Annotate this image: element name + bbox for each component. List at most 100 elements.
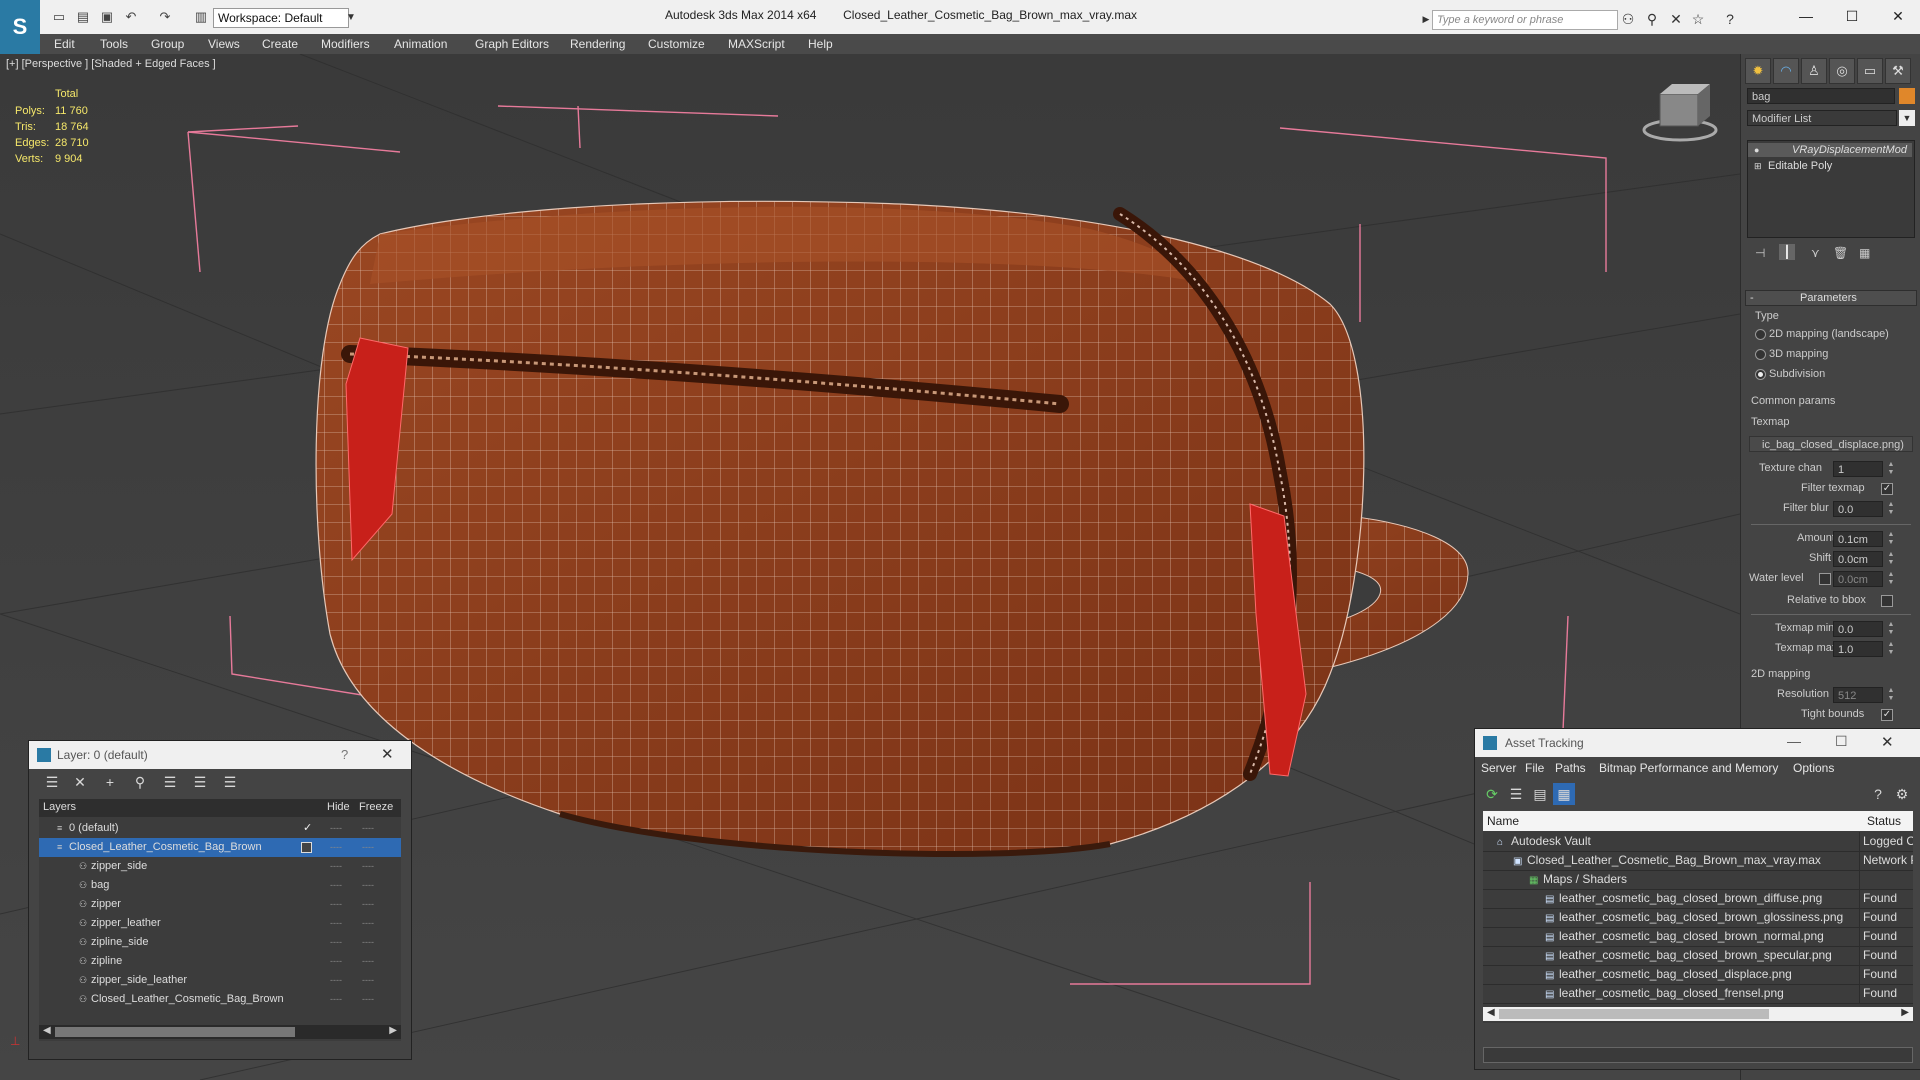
set-current-box-icon[interactable] [301,842,312,853]
scroll-left-icon[interactable]: ◀ [43,1025,51,1036]
freeze-toggle[interactable]: ---- [361,914,375,933]
texmap-max-input[interactable]: 1.0 [1833,641,1883,657]
search-input[interactable]: Type a keyword or phrase [1432,10,1618,30]
make-unique-icon[interactable]: ⋎ [1811,246,1820,260]
communication-icon[interactable]: ✕ [1668,11,1684,27]
freeze-toggle[interactable]: ---- [361,876,375,895]
spinner-icon[interactable]: ▲ ▼ [1887,621,1895,637]
scroll-left-icon[interactable]: ◀ [1487,1007,1495,1018]
highlight-layer-icon[interactable]: ☰ [159,771,181,793]
asset-menu-server[interactable]: Server [1481,758,1516,778]
spinner-icon[interactable]: ▲ ▼ [1887,531,1895,547]
minimize-button[interactable]: — [1790,6,1822,26]
redo-icon[interactable]: ↷ [156,9,174,25]
spinner-icon[interactable]: ▲ ▼ [1887,551,1895,567]
menu-group[interactable]: Group [151,34,184,54]
spinner-icon[interactable]: ▲ ▼ [1887,571,1895,587]
layer-row[interactable]: ≡ Closed_Leather_Cosmetic_Bag_Brown ---- --… [39,838,401,857]
type-radio-subdivision[interactable] [1755,369,1766,380]
freeze-all-layers-icon[interactable]: ☰ [219,771,241,793]
layer-row[interactable]: ⚇ zipline_side ---- ---- [39,933,401,952]
close-button[interactable]: ✕ [381,745,394,763]
hierarchy-tab-icon[interactable]: ♙ [1801,58,1827,84]
utilities-tab-icon[interactable]: ⚒ [1885,58,1911,84]
menu-help[interactable]: Help [808,34,833,54]
type-radio-2d[interactable] [1755,329,1766,340]
parameters-rollout-header[interactable]: - Parameters [1745,290,1917,306]
layer-row[interactable]: ⚇ zipper ---- ---- [39,895,401,914]
table-view-icon[interactable]: ▦ [1553,783,1575,805]
save-file-icon[interactable]: ▣ [98,9,116,25]
hide-toggle[interactable]: ---- [329,971,343,990]
pin-stack-icon[interactable]: ⊣ [1755,246,1765,260]
scroll-right-icon[interactable]: ▶ [1901,1007,1909,1018]
hide-toggle[interactable]: ---- [329,838,343,857]
water-level-input[interactable]: 0.0cm [1833,571,1883,587]
asset-row[interactable]: ▤ leather_cosmetic_bag_closed_frensel.png… [1483,984,1913,1004]
lightbulb-icon[interactable]: ● [1754,143,1759,157]
filter-texmap-checkbox[interactable]: ✓ [1881,483,1893,495]
favorites-icon[interactable]: ☆ [1690,11,1706,27]
layer-row[interactable]: ⚇ zipper_leather ---- ---- [39,914,401,933]
show-end-result-icon[interactable]: ┃ [1779,244,1795,260]
asset-dialog-header[interactable]: Asset Tracking — ☐ ✕ [1475,729,1920,757]
freeze-toggle[interactable]: ---- [361,990,375,1009]
layer-row[interactable]: ⚇ bag ---- ---- [39,876,401,895]
object-name-field[interactable]: bag [1747,88,1895,104]
binoculars-icon[interactable]: ⚇ [1620,11,1636,27]
viewport-label[interactable]: [+] [Perspective ] [Shaded + Edged Faces… [6,58,216,70]
maximize-button[interactable]: ☐ [1835,733,1848,750]
hide-toggle[interactable]: ---- [329,895,343,914]
project-folder-icon[interactable]: ▥ [192,9,210,25]
asset-row[interactable]: ▤ leather_cosmetic_bag_closed_brown_specu… [1483,946,1913,966]
water-level-checkbox[interactable] [1819,573,1831,585]
asset-row[interactable]: ⌂ Autodesk Vault Logged O [1483,832,1913,852]
chevron-down-icon[interactable]: ▼ [346,8,358,28]
texture-chan-input[interactable]: 1 [1833,461,1883,477]
scrollbar-thumb[interactable] [1499,1009,1769,1019]
scrollbar-thumb[interactable] [55,1027,295,1037]
menu-maxscript[interactable]: MAXScript [728,34,785,54]
horizontal-scrollbar[interactable]: ◀ ▶ [1483,1007,1913,1021]
asset-menu-file[interactable]: File [1525,758,1544,778]
layer-dialog-header[interactable]: Layer: 0 (default) ? ✕ [29,741,411,769]
asset-path-field[interactable] [1483,1047,1913,1063]
hide-toggle[interactable]: ---- [329,952,343,971]
freeze-toggle[interactable]: ---- [361,933,375,952]
spinner-icon[interactable]: ▲ ▼ [1887,641,1895,657]
undo-icon[interactable]: ↶ [122,9,140,25]
scroll-right-icon[interactable]: ▶ [389,1025,397,1036]
remove-modifier-icon[interactable]: 🗑 [1833,246,1848,260]
display-tab-icon[interactable]: ▭ [1857,58,1883,84]
thumbnail-view-icon[interactable]: ▤ [1529,783,1551,805]
texmap-button[interactable]: ic_bag_closed_displace.png) [1749,436,1913,452]
col-freeze[interactable]: Freeze [359,801,393,813]
layer-row[interactable]: ≡ 0 (default) ✓ ---- ---- [39,819,401,838]
freeze-toggle[interactable]: ---- [361,819,375,838]
hide-toggle[interactable]: ---- [329,990,343,1009]
chevron-down-icon[interactable]: ▼ [1899,110,1915,126]
object-color-swatch[interactable] [1899,88,1915,104]
resolution-input[interactable]: 512 [1833,687,1883,703]
hide-toggle[interactable]: ---- [329,819,343,838]
3dsmax-logo-icon[interactable]: S [0,0,40,54]
asset-menu-bitmap[interactable]: Bitmap Performance and Memory [1599,758,1778,778]
refresh-icon[interactable]: ⟳ [1481,783,1503,805]
stack-item-vraydisplacement[interactable]: ● VRayDisplacementMod [1748,143,1912,157]
open-file-icon[interactable]: ▤ [74,9,92,25]
amount-input[interactable]: 0.1cm [1833,531,1883,547]
help-icon[interactable]: ? [1867,783,1889,805]
col-layers[interactable]: Layers [43,801,76,813]
texmap-min-input[interactable]: 0.0 [1833,621,1883,637]
hide-toggle[interactable]: ---- [329,933,343,952]
col-name[interactable]: Name [1487,814,1519,828]
maximize-button[interactable]: ☐ [1836,6,1868,26]
create-layer-icon[interactable]: ☰ [41,771,63,793]
freeze-toggle[interactable]: ---- [361,838,375,857]
asset-row[interactable]: ▤ leather_cosmetic_bag_closed_displace.pn… [1483,965,1913,985]
search-icon[interactable]: ⚲ [1644,11,1660,27]
spinner-icon[interactable]: ▲ ▼ [1887,501,1895,517]
menu-graph-editors[interactable]: Graph Editors [475,34,549,54]
asset-menu-options[interactable]: Options [1793,758,1834,778]
asset-row[interactable]: ▦ Maps / Shaders [1483,870,1913,890]
